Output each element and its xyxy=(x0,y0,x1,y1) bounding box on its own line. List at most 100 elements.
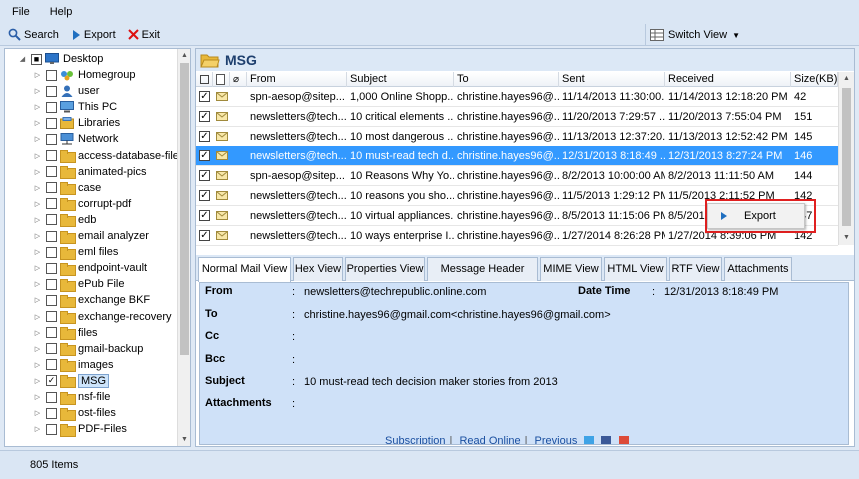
expand-icon[interactable]: ▷ xyxy=(33,87,42,96)
facebook-icon[interactable] xyxy=(601,436,612,444)
expand-icon[interactable]: ▷ xyxy=(33,248,42,257)
menu-file[interactable]: File xyxy=(12,6,30,18)
tree-checkbox[interactable] xyxy=(46,359,57,371)
context-menu-export[interactable]: Export xyxy=(707,203,805,229)
header-from[interactable]: From xyxy=(247,72,347,87)
expand-icon[interactable]: ▷ xyxy=(33,312,42,321)
header-size[interactable]: Size(KB) xyxy=(791,72,838,87)
row-checkbox[interactable]: ✓ xyxy=(199,170,210,182)
row-checkbox[interactable]: ✓ xyxy=(199,130,210,142)
header-subject[interactable]: Subject xyxy=(347,72,454,87)
tree-checkbox[interactable] xyxy=(46,311,57,322)
expand-icon[interactable]: ▷ xyxy=(33,280,42,289)
tree-item[interactable]: ▷ access-database-file xyxy=(33,148,179,164)
tree-checkbox[interactable] xyxy=(46,85,57,97)
tree-checkbox[interactable] xyxy=(46,246,57,258)
tab-mime-view[interactable]: MIME View xyxy=(540,257,602,281)
tree-item[interactable]: ▷ user xyxy=(33,83,99,99)
subscription-link[interactable]: Subscription xyxy=(385,435,446,444)
tree-checkbox[interactable] xyxy=(46,69,57,81)
expand-icon[interactable]: ▷ xyxy=(33,215,42,224)
header-sent[interactable]: Sent xyxy=(559,72,665,87)
tree-item[interactable]: ▷ ✓ MSG xyxy=(33,373,110,389)
table-row[interactable]: ✓ newsletters@tech... 10 most dangerous ..… xyxy=(196,127,838,147)
tree-item[interactable]: ▷ images xyxy=(33,357,113,373)
tree-checkbox[interactable] xyxy=(46,391,57,403)
tree-item[interactable]: ▷ exchange-recovery xyxy=(33,309,172,325)
exit-button[interactable]: Exit xyxy=(127,29,160,41)
read-online-link[interactable]: Read Online xyxy=(459,435,520,444)
search-button[interactable]: Search xyxy=(8,28,59,41)
row-checkbox[interactable]: ✓ xyxy=(199,209,210,221)
table-row[interactable]: ✓ newsletters@tech... 10 critical elements… xyxy=(196,107,838,127)
tree-item[interactable]: ▷ ost-files xyxy=(33,405,116,421)
table-row[interactable]: ✓ newsletters@tech... 10 must-read tech d.… xyxy=(196,146,838,167)
table-row[interactable]: ✓ spn-aesop@sitep... 1,000 Online Shopp...… xyxy=(196,87,838,107)
tree-item[interactable]: ▷ email analyzer xyxy=(33,228,149,244)
tree-item[interactable]: ▷ Network xyxy=(33,131,118,147)
table-row[interactable]: ✓ spn-aesop@sitep... 10 Reasons Why Yo... c… xyxy=(196,166,838,187)
expand-icon[interactable]: ▷ xyxy=(33,296,42,305)
tree-checkbox[interactable] xyxy=(46,327,57,339)
tab-rtf-view[interactable]: RTF View xyxy=(669,257,722,281)
tree-item[interactable]: ▷ nsf-file xyxy=(33,389,110,405)
header-type-column[interactable] xyxy=(213,72,230,87)
row-checkbox[interactable]: ✓ xyxy=(199,110,210,122)
tab-message-header-view[interactable]: Message Header View xyxy=(427,257,538,297)
tree-checkbox[interactable] xyxy=(46,214,57,226)
expand-icon[interactable]: ▷ xyxy=(33,135,42,144)
tree-checkbox[interactable] xyxy=(46,182,57,194)
expand-icon[interactable]: ▷ xyxy=(33,103,42,112)
tree-item[interactable]: ▷ corrupt-pdf xyxy=(33,196,131,212)
expand-icon[interactable]: ▷ xyxy=(33,119,42,128)
expand-icon[interactable]: ▷ xyxy=(33,232,42,241)
tree-item[interactable]: ▷ eml files xyxy=(33,244,118,260)
tree-item[interactable]: ▷ animated-pics xyxy=(33,164,146,180)
tree-checkbox[interactable] xyxy=(46,166,57,178)
menu-help[interactable]: Help xyxy=(50,6,73,18)
export-button[interactable]: Export xyxy=(71,29,116,41)
tree-checkbox[interactable]: ■ xyxy=(31,53,42,65)
expand-icon[interactable]: ▷ xyxy=(33,376,42,385)
tree-item-desktop[interactable]: ◢ ■ Desktop xyxy=(18,51,103,67)
tree-checkbox[interactable] xyxy=(46,101,57,113)
scroll-down-arrow-icon[interactable]: ▼ xyxy=(178,433,190,446)
tree-item[interactable]: ▷ case xyxy=(33,180,101,196)
switch-view-button[interactable]: Switch View ▼ xyxy=(645,24,740,46)
tree-checkbox[interactable] xyxy=(46,262,57,274)
tree-scroll-thumb[interactable] xyxy=(180,63,189,355)
expand-icon[interactable]: ▷ xyxy=(33,344,42,353)
tree-checkbox[interactable] xyxy=(46,294,57,306)
expand-icon[interactable]: ▷ xyxy=(33,425,42,434)
tree-item[interactable]: ▷ gmail-backup xyxy=(33,341,143,357)
tree-scrollbar[interactable]: ▲ ▼ xyxy=(177,49,190,446)
grid-scroll-thumb[interactable] xyxy=(842,88,851,226)
scroll-down-arrow-icon[interactable]: ▼ xyxy=(839,231,854,245)
expand-icon[interactable]: ▷ xyxy=(33,264,42,273)
expand-icon[interactable]: ▷ xyxy=(33,199,42,208)
tab-normal-mail-view[interactable]: Normal Mail View xyxy=(198,257,291,282)
tree-item[interactable]: ▷ endpoint-vault xyxy=(33,260,147,276)
tab-hex-view[interactable]: Hex View xyxy=(293,257,343,281)
tree-checkbox[interactable] xyxy=(46,407,57,419)
header-received[interactable]: Received xyxy=(665,72,791,87)
tree-item[interactable]: ▷ exchange BKF xyxy=(33,292,150,308)
expand-icon[interactable]: ▷ xyxy=(33,167,42,176)
scroll-up-arrow-icon[interactable]: ▲ xyxy=(839,72,854,86)
tree-item[interactable]: ▷ Libraries xyxy=(33,115,120,131)
google-plus-icon[interactable] xyxy=(618,436,629,444)
expand-icon[interactable]: ▷ xyxy=(33,393,42,402)
expand-icon[interactable]: ▷ xyxy=(33,183,42,192)
tree-checkbox[interactable] xyxy=(46,230,57,242)
tree-item[interactable]: ▷ ePub File xyxy=(33,276,124,292)
previous-link[interactable]: Previous xyxy=(535,435,578,444)
twitter-icon[interactable] xyxy=(584,436,595,444)
row-checkbox[interactable]: ✓ xyxy=(199,190,210,201)
header-attachment-column[interactable]: ⌀ xyxy=(230,72,247,87)
tree-checkbox[interactable] xyxy=(46,133,57,145)
tree-item[interactable]: ▷ files xyxy=(33,325,98,341)
tree-item[interactable]: ▷ Homegroup xyxy=(33,67,136,83)
tree-item[interactable]: ▷ PDF-Files xyxy=(33,421,127,437)
collapse-icon[interactable]: ◢ xyxy=(18,55,27,64)
tree-checkbox[interactable]: ✓ xyxy=(46,375,57,387)
